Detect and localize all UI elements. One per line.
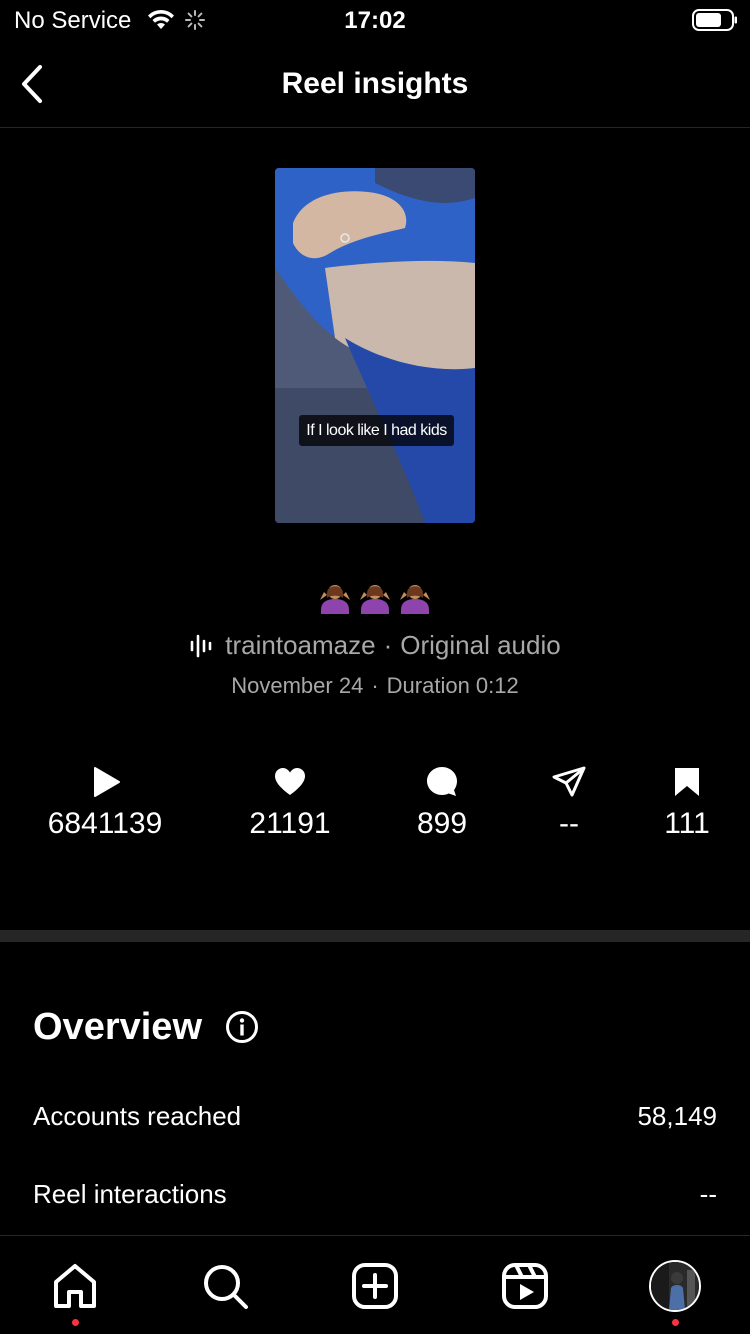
reel-interactions-value: --	[699, 1179, 717, 1209]
audio-waveform-icon	[190, 634, 212, 657]
bottom-tab-bar	[0, 1235, 750, 1334]
plays-value: 6841139	[47, 807, 163, 840]
reel-preview-image	[275, 168, 475, 523]
caption-overlay: If I look like I had kids	[299, 415, 454, 446]
reel-caption-emojis	[0, 580, 750, 614]
reel-insights-screen: No Service 17:02 Reel insights If I look…	[0, 0, 750, 1334]
clock: 17:02	[344, 7, 406, 34]
home-notification-dot	[72, 1319, 79, 1326]
header-bar: Reel insights	[0, 42, 750, 128]
create-icon	[352, 1263, 398, 1309]
battery-icon	[692, 9, 737, 31]
section-divider	[0, 930, 750, 942]
separator: ·	[371, 673, 379, 698]
info-icon[interactable]	[225, 1010, 259, 1044]
overview-heading: Overview	[33, 1006, 202, 1048]
shares-value: --	[559, 807, 579, 840]
accounts-reached-label: Accounts reached	[33, 1101, 242, 1131]
audio-username: traintoamaze	[225, 630, 376, 660]
shrug-icon	[400, 585, 430, 614]
reel-date-duration: November 24 · Duration 0:12	[0, 673, 750, 699]
profile-notification-dot	[672, 1319, 679, 1326]
reel-interactions-label: Reel interactions	[33, 1179, 227, 1209]
tab-reels[interactable]	[497, 1258, 553, 1314]
tab-home[interactable]	[47, 1258, 103, 1314]
status-bar: No Service 17:02	[0, 0, 750, 42]
duration: Duration 0:12	[386, 673, 519, 698]
comment-icon	[427, 767, 457, 796]
heart-icon	[275, 768, 305, 795]
audio-attribution[interactable]: traintoamaze · Original audio	[0, 630, 750, 661]
accounts-reached-value: 58,149	[637, 1101, 717, 1131]
comments-value: 899	[416, 807, 468, 840]
profile-avatar	[649, 1260, 701, 1312]
shrug-icon	[360, 585, 390, 614]
reels-icon	[502, 1263, 548, 1309]
page-title: Reel insights	[281, 67, 469, 100]
reel-thumbnail[interactable]: If I look like I had kids	[275, 168, 475, 523]
tab-create[interactable]	[347, 1258, 403, 1314]
home-icon	[54, 1264, 96, 1308]
tab-profile[interactable]	[647, 1258, 703, 1314]
post-date: November 24	[231, 673, 364, 698]
audio-label: Original audio	[400, 630, 561, 660]
saves-metric: 111	[607, 765, 750, 841]
bookmark-icon	[675, 768, 699, 796]
plays-metric: 6841139	[25, 765, 185, 841]
avatar-image	[651, 1262, 699, 1310]
saves-value: 111	[664, 807, 710, 840]
play-icon	[94, 767, 120, 797]
search-icon	[204, 1265, 248, 1309]
likes-value: 21191	[249, 807, 331, 840]
share-icon	[552, 766, 586, 797]
tab-search[interactable]	[197, 1258, 253, 1314]
likes-metric: 21191	[210, 765, 370, 841]
shrug-icon	[320, 585, 350, 614]
separator: ·	[383, 630, 393, 660]
